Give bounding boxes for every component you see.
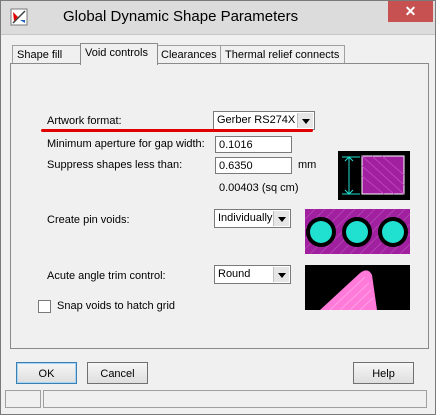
tab-shape-fill[interactable]: Shape fill (12, 45, 84, 64)
close-button[interactable]: ✕ (388, 1, 433, 22)
tab-clearances[interactable]: Clearances (156, 45, 224, 64)
dialog-window: Global Dynamic Shape Parameters ✕ Shape … (0, 0, 436, 415)
app-icon (10, 8, 28, 26)
suppress-unit: mm (298, 159, 317, 171)
snap-voids-checkbox[interactable] (38, 300, 51, 313)
status-bar-pane-left (5, 390, 41, 408)
acute-trim-select[interactable]: Round (214, 265, 291, 284)
acute-trim-preview (305, 265, 410, 310)
pin-voids-select[interactable]: Individually (214, 209, 291, 228)
acute-trim-label: Acute angle trim control: (47, 270, 166, 282)
title-bar: Global Dynamic Shape Parameters ✕ (1, 1, 435, 35)
snap-voids-label: Snap voids to hatch grid (57, 300, 176, 312)
ok-button[interactable]: OK (16, 362, 77, 384)
status-bar-pane-main (43, 390, 427, 408)
window-title: Global Dynamic Shape Parameters (63, 8, 299, 25)
area-readout: 0.00403 (sq cm) (219, 182, 299, 194)
acute-trim-value: Round (218, 268, 251, 280)
suppress-shapes-label: Suppress shapes less than: (47, 159, 183, 171)
chevron-down-icon[interactable] (273, 267, 289, 282)
pin-voids-preview (305, 209, 410, 254)
artwork-format-select[interactable]: Gerber RS274X (213, 111, 315, 130)
highlight-underline (41, 129, 313, 132)
min-aperture-label: Minimum aperture for gap width: (47, 138, 205, 150)
chevron-down-icon[interactable] (297, 113, 313, 128)
tab-thermal-relief-connects[interactable]: Thermal relief connects (220, 45, 345, 64)
tab-void-controls[interactable]: Void controls (80, 43, 158, 65)
cancel-button[interactable]: Cancel (87, 362, 148, 384)
artwork-format-label: Artwork format: (47, 115, 122, 127)
pin-voids-label: Create pin voids: (47, 214, 130, 226)
pin-voids-value: Individually (218, 212, 273, 224)
help-button[interactable]: Help (353, 362, 414, 384)
suppress-shapes-preview (338, 151, 410, 200)
chevron-down-icon[interactable] (273, 211, 289, 226)
artwork-format-value: Gerber RS274X (217, 114, 296, 126)
min-aperture-field[interactable]: 0.1016 (215, 136, 292, 153)
suppress-shapes-field[interactable]: 0.6350 (215, 157, 292, 174)
